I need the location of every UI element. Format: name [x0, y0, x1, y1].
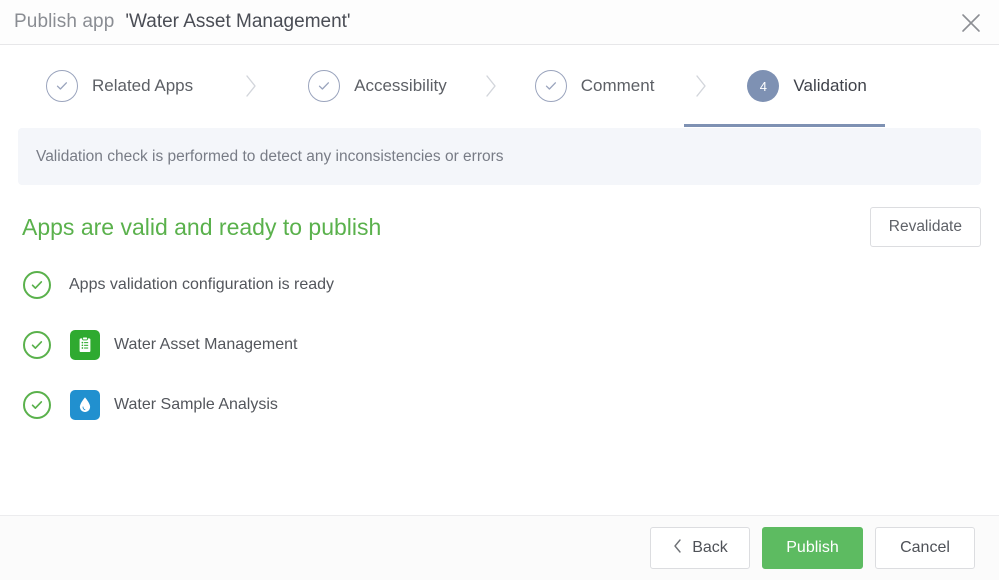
chevron-left-icon: [672, 538, 683, 559]
back-button-label: Back: [692, 539, 728, 557]
publish-button[interactable]: Publish: [762, 527, 863, 569]
step-check-icon: [535, 70, 567, 102]
list-item: Apps validation configuration is ready: [18, 267, 981, 303]
validation-result-title: Apps are valid and ready to publish: [22, 214, 381, 241]
check-circle-icon: [23, 271, 51, 299]
revalidate-button[interactable]: Revalidate: [870, 207, 981, 247]
publish-app-dialog: Publish app 'Water Asset Management' Rel…: [0, 0, 999, 580]
dialog-app-name: 'Water Asset Management': [125, 11, 350, 33]
step-comment[interactable]: Comment: [535, 45, 655, 127]
step-check-icon: [308, 70, 340, 102]
check-circle-icon: [23, 331, 51, 359]
validation-info-banner: Validation check is performed to detect …: [18, 128, 981, 185]
check-item-label: Water Sample Analysis: [114, 396, 278, 414]
step-label: Validation: [793, 76, 866, 96]
step-number-badge: 4: [747, 70, 779, 102]
step-label: Related Apps: [92, 76, 193, 96]
check-item-label: Water Asset Management: [114, 336, 298, 354]
list-item: Water Asset Management: [18, 327, 981, 363]
step-label: Accessibility: [354, 76, 447, 96]
check-item-label: Apps validation configuration is ready: [69, 276, 334, 294]
step-separator-icon: [193, 73, 308, 99]
water-drop-icon: [70, 390, 100, 420]
check-circle-icon: [23, 391, 51, 419]
wizard-stepper: Related Apps Accessibility: [0, 45, 999, 127]
dialog-body: Validation check is performed to detect …: [0, 127, 999, 515]
step-separator-icon: [447, 73, 535, 99]
step-accessibility[interactable]: Accessibility: [308, 45, 447, 127]
step-label: Comment: [581, 76, 655, 96]
list-item: Water Sample Analysis: [18, 387, 981, 423]
dialog-header: Publish app 'Water Asset Management': [0, 0, 999, 45]
step-check-icon: [46, 70, 78, 102]
clipboard-list-icon: [70, 330, 100, 360]
dialog-title: Publish app: [14, 11, 114, 33]
back-button[interactable]: Back: [650, 527, 750, 569]
step-related-apps[interactable]: Related Apps: [46, 45, 193, 127]
validation-info-text: Validation check is performed to detect …: [36, 148, 504, 166]
validation-result-row: Apps are valid and ready to publish Reva…: [18, 207, 981, 247]
close-icon[interactable]: [951, 3, 991, 43]
dialog-footer: Back Publish Cancel: [0, 515, 999, 580]
step-validation[interactable]: 4 Validation: [747, 45, 866, 127]
cancel-button[interactable]: Cancel: [875, 527, 975, 569]
validation-check-list: Apps validation configuration is ready: [18, 267, 981, 423]
step-separator-icon: [654, 73, 747, 99]
